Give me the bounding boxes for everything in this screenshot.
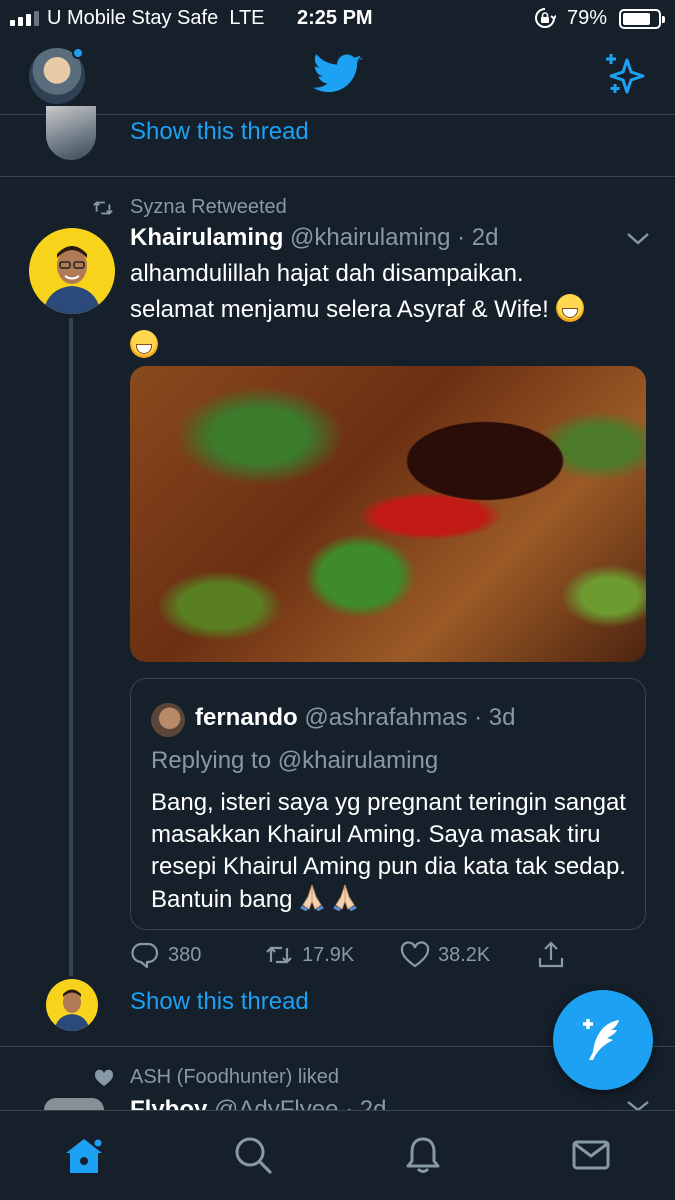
search-icon[interactable] <box>233 1135 273 1175</box>
author-handle: @khairulaming · 2d <box>290 224 499 251</box>
thread-connector-line <box>69 318 73 976</box>
retweet-count: 17.9K <box>302 943 355 966</box>
compose-tweet-button[interactable] <box>553 990 653 1090</box>
tweet-actions: 380 17.9K 38.2K <box>130 940 646 980</box>
twitter-bird-icon[interactable] <box>313 54 363 96</box>
thread-avatar[interactable] <box>46 979 98 1031</box>
next-author-handle: @AdyFlyee · 2d <box>214 1096 387 1110</box>
messages-icon[interactable] <box>571 1135 611 1175</box>
next-author-avatar[interactable] <box>44 1098 104 1110</box>
folded-hands-emoji <box>300 884 324 911</box>
tweet-text: alhamdulillah hajat dah disampaikan. sel… <box>130 256 630 364</box>
heart-icon <box>400 941 430 968</box>
tweet-header: Khairulaming @khairulaming · 2d <box>130 224 498 252</box>
like-button[interactable]: 38.2K <box>400 940 490 970</box>
share-icon <box>538 941 564 968</box>
author-name[interactable]: Khairulaming <box>130 224 283 251</box>
tweet-media-image[interactable] <box>130 366 646 662</box>
divider <box>0 176 675 177</box>
quoted-tweet-text: Bang, isteri saya yg pregnant teringin s… <box>151 789 626 913</box>
retweet-button[interactable]: 17.9K <box>264 940 354 970</box>
next-tweet-header: Flyboy @AdyFlyee · 2d <box>130 1096 386 1110</box>
share-button[interactable] <box>536 940 566 970</box>
reply-count: 380 <box>168 943 202 966</box>
quoted-author-avatar <box>151 703 185 737</box>
next-author-name[interactable]: Flyboy <box>130 1096 207 1110</box>
grinning-emoji <box>555 294 584 322</box>
liked-by-label: ASH (Foodhunter) liked <box>130 1066 339 1088</box>
folded-hands-emoji <box>333 884 357 911</box>
notification-dot <box>72 47 84 59</box>
retweet-icon <box>266 946 292 964</box>
replying-to-label: Replying to @khairulaming <box>151 747 439 774</box>
grinning-emoji <box>130 330 158 358</box>
quoted-author-name: fernando <box>195 704 298 731</box>
author-avatar[interactable] <box>29 228 115 314</box>
rotation-lock-icon <box>535 8 556 28</box>
signal-strength-icon <box>10 11 39 26</box>
battery-icon <box>619 9 665 29</box>
quoted-tweet-card[interactable]: fernando @ashrafahmas · 3d Replying to @… <box>130 678 646 930</box>
status-bar: U Mobile Stay Safe LTE 2:25 PM 79% <box>0 0 675 38</box>
quoted-author-handle: @ashrafahmas · 3d <box>304 704 516 731</box>
compose-feather-icon <box>583 1019 619 1060</box>
chevron-down-icon[interactable] <box>625 230 651 248</box>
show-this-thread-link[interactable]: Show this thread <box>130 988 309 1016</box>
show-this-thread-link[interactable]: Show this thread <box>130 118 309 146</box>
notifications-icon[interactable] <box>403 1135 443 1175</box>
retweeted-by-label: Syzna Retweeted <box>130 196 287 218</box>
clock: 2:25 PM <box>297 7 373 29</box>
top-nav-bar <box>0 38 675 114</box>
like-count: 38.2K <box>438 943 491 966</box>
reply-icon <box>131 942 159 969</box>
retweet-icon <box>93 201 113 215</box>
home-icon[interactable] <box>64 1135 104 1175</box>
quoted-tweet-header: fernando @ashrafahmas · 3d <box>195 704 515 732</box>
chevron-down-icon[interactable] <box>625 1100 651 1110</box>
thread-avatar[interactable] <box>46 106 96 160</box>
heart-icon <box>94 1069 114 1086</box>
carrier-label: U Mobile Stay Safe LTE <box>47 7 265 29</box>
bottom-tab-bar <box>0 1110 675 1200</box>
reply-button[interactable]: 380 <box>130 940 201 970</box>
sparkle-icon[interactable] <box>603 54 647 96</box>
battery-percentage: 79% <box>567 7 608 29</box>
divider <box>0 114 675 115</box>
